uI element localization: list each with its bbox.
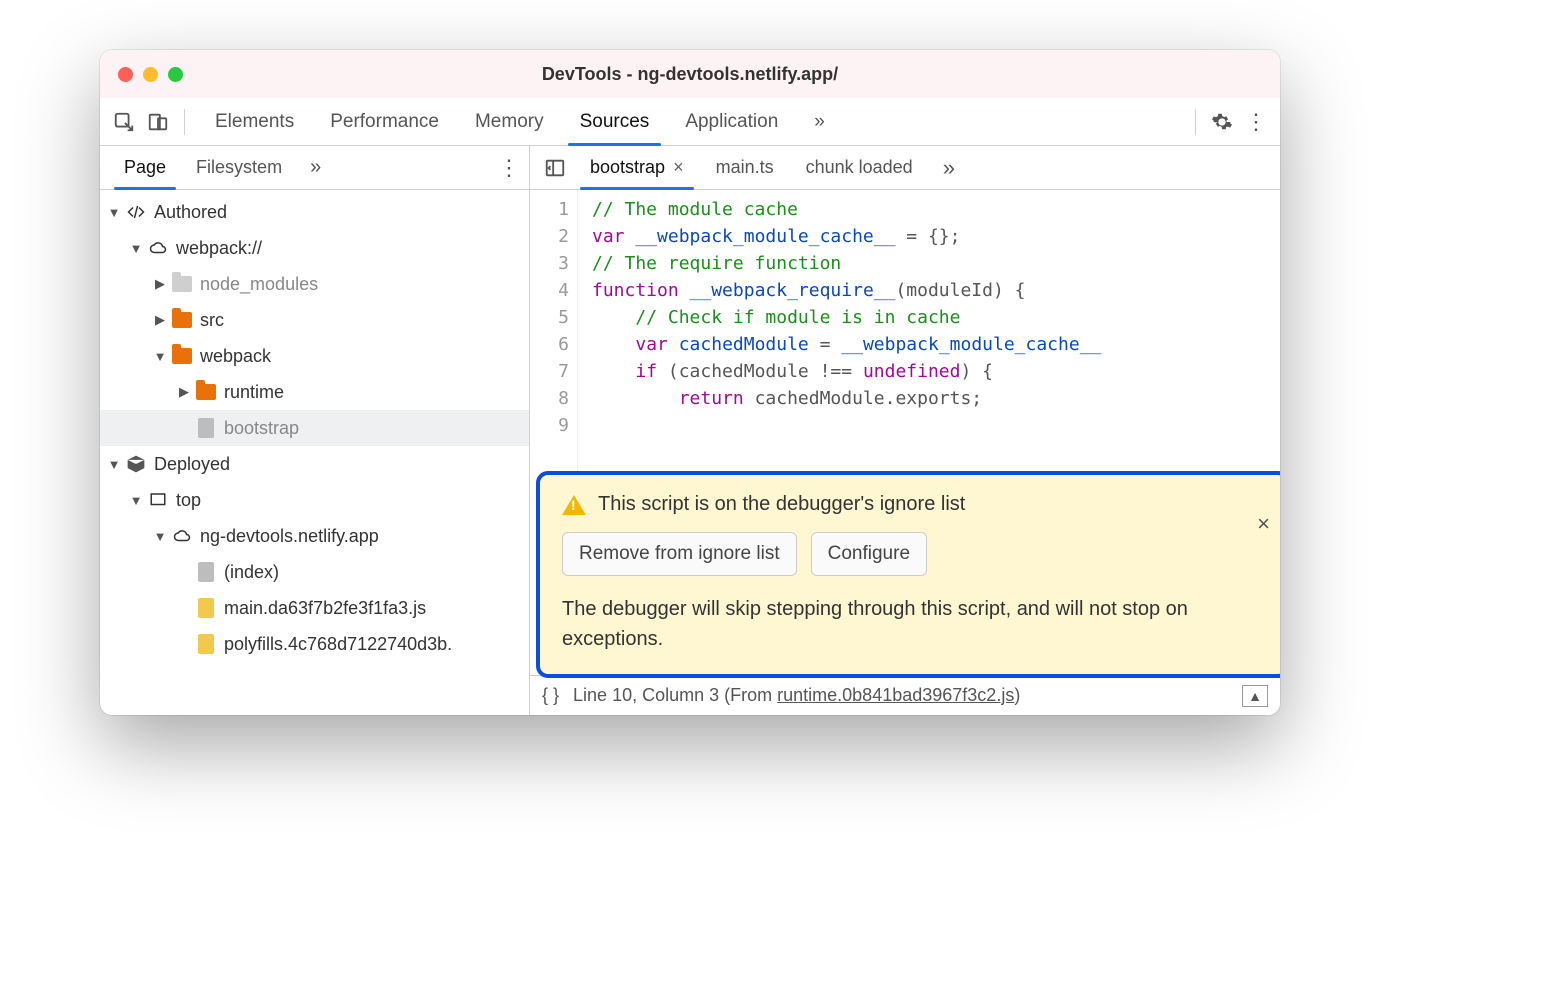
gear-icon[interactable] — [1208, 108, 1236, 136]
toggle-navigator-icon[interactable] — [538, 151, 572, 185]
divider — [184, 109, 185, 135]
tree-label: (index) — [224, 562, 279, 583]
traffic-lights — [100, 67, 183, 82]
toggle-bottom-drawer-icon[interactable]: ▲ — [1242, 685, 1268, 707]
navigator-header: Page Filesystem » ⋮ — [100, 146, 530, 189]
nav-tab-filesystem[interactable]: Filesystem — [186, 146, 292, 189]
tabs-overflow[interactable]: » — [796, 98, 843, 145]
tree-label: bootstrap — [224, 418, 299, 439]
package-icon — [124, 452, 148, 476]
warning-description: The debugger will skip stepping through … — [562, 594, 1202, 654]
tree-label: Deployed — [154, 454, 230, 475]
window-title: DevTools - ng-devtools.netlify.app/ — [100, 64, 1280, 85]
file-icon — [194, 596, 218, 620]
editor-tab-label: main.ts — [716, 157, 774, 178]
close-icon[interactable]: × — [1257, 511, 1270, 537]
close-icon[interactable]: × — [673, 157, 684, 178]
tree-label: webpack — [200, 346, 271, 367]
kebab-icon[interactable]: ⋮ — [1242, 108, 1270, 136]
cloud-icon — [146, 236, 170, 260]
tree-group-deployed[interactable]: ▼ Deployed — [100, 446, 529, 482]
editor-tab-chunk-loaded[interactable]: chunk loaded — [792, 146, 927, 189]
file-navigator: ▼ Authored ▼ webpack:// ▶ node_modules ▶ — [100, 190, 530, 715]
tree-label: Authored — [154, 202, 227, 223]
body: ▼ Authored ▼ webpack:// ▶ node_modules ▶ — [100, 190, 1280, 715]
cursor-position: Line 10, Column 3 — [573, 685, 719, 705]
editor-tabs: bootstrap × main.ts chunk loaded » — [530, 146, 1280, 189]
warning-icon — [562, 495, 586, 515]
tree-item-node-modules[interactable]: ▶ node_modules — [100, 266, 529, 302]
remove-from-ignore-button[interactable]: Remove from ignore list — [562, 532, 797, 576]
cloud-icon — [170, 524, 194, 548]
tab-memory[interactable]: Memory — [457, 98, 562, 145]
tab-sources[interactable]: Sources — [562, 98, 668, 145]
minimize-icon[interactable] — [143, 67, 158, 82]
tree-item-polyfills-js[interactable]: ▶ polyfills.4c768d7122740d3b. — [100, 626, 529, 662]
tab-performance[interactable]: Performance — [312, 98, 457, 145]
tree-item-index[interactable]: ▶ (index) — [100, 554, 529, 590]
nav-tab-page[interactable]: Page — [114, 146, 176, 189]
tab-application[interactable]: Application — [667, 98, 796, 145]
editor-tab-main-ts[interactable]: main.ts — [702, 146, 788, 189]
editor-tab-label: bootstrap — [590, 157, 665, 178]
device-toggle-icon[interactable] — [144, 108, 172, 136]
folder-icon — [170, 308, 194, 332]
main-toolbar: Elements Performance Memory Sources Appl… — [100, 98, 1280, 146]
inspect-icon[interactable] — [110, 108, 138, 136]
frame-icon — [146, 488, 170, 512]
source-from-link[interactable]: runtime.0b841bad3967f3c2.js — [777, 685, 1014, 705]
file-icon — [194, 632, 218, 656]
editor-tabs-overflow[interactable]: » — [931, 155, 967, 181]
titlebar: DevTools - ng-devtools.netlify.app/ — [100, 50, 1280, 98]
close-icon[interactable] — [118, 67, 133, 82]
ignore-list-warning: This script is on the debugger's ignore … — [536, 471, 1280, 678]
tree-label: node_modules — [200, 274, 318, 295]
tree-label: runtime — [224, 382, 284, 403]
tree-item-host[interactable]: ▼ ng-devtools.netlify.app — [100, 518, 529, 554]
editor-tab-bootstrap[interactable]: bootstrap × — [576, 146, 698, 189]
tree-item-webpack[interactable]: ▼ webpack — [100, 338, 529, 374]
nav-tabs-overflow[interactable]: » — [302, 156, 329, 179]
tree-label: top — [176, 490, 201, 511]
tree-item-runtime[interactable]: ▶ runtime — [100, 374, 529, 410]
editor-tab-label: chunk loaded — [806, 157, 913, 178]
tree-item-top[interactable]: ▼ top — [100, 482, 529, 518]
tree-label: ng-devtools.netlify.app — [200, 526, 379, 547]
warning-title: This script is on the debugger's ignore … — [598, 493, 965, 516]
sub-header: Page Filesystem » ⋮ bootstrap × main.ts … — [100, 146, 1280, 190]
code-icon — [124, 200, 148, 224]
file-icon — [194, 560, 218, 584]
file-icon — [194, 416, 218, 440]
nav-kebab-icon[interactable]: ⋮ — [489, 155, 529, 181]
tree-label: src — [200, 310, 224, 331]
zoom-icon[interactable] — [168, 67, 183, 82]
devtools-window: DevTools - ng-devtools.netlify.app/ Elem… — [100, 50, 1280, 715]
tree-item-src[interactable]: ▶ src — [100, 302, 529, 338]
tab-elements[interactable]: Elements — [197, 98, 312, 145]
source-from-close: ) — [1014, 685, 1020, 705]
source-from-open: (From — [724, 685, 777, 705]
editor-status-bar: { } Line 10, Column 3 (From runtime.0b84… — [530, 675, 1280, 715]
configure-button[interactable]: Configure — [811, 532, 927, 576]
panel-tabs: Elements Performance Memory Sources Appl… — [197, 98, 843, 145]
folder-icon — [170, 344, 194, 368]
folder-icon — [170, 272, 194, 296]
tree-item-bootstrap[interactable]: ▶ bootstrap — [100, 410, 529, 446]
tree-label: main.da63f7b2fe3f1fa3.js — [224, 598, 426, 619]
tree-group-authored[interactable]: ▼ Authored — [100, 194, 529, 230]
folder-icon — [194, 380, 218, 404]
tree-label: polyfills.4c768d7122740d3b. — [224, 634, 452, 655]
tree-item-main-js[interactable]: ▶ main.da63f7b2fe3f1fa3.js — [100, 590, 529, 626]
divider — [1195, 109, 1196, 135]
tree-item-webpack-scheme[interactable]: ▼ webpack:// — [100, 230, 529, 266]
pretty-print-icon[interactable]: { } — [542, 685, 559, 706]
tree-label: webpack:// — [176, 238, 262, 259]
